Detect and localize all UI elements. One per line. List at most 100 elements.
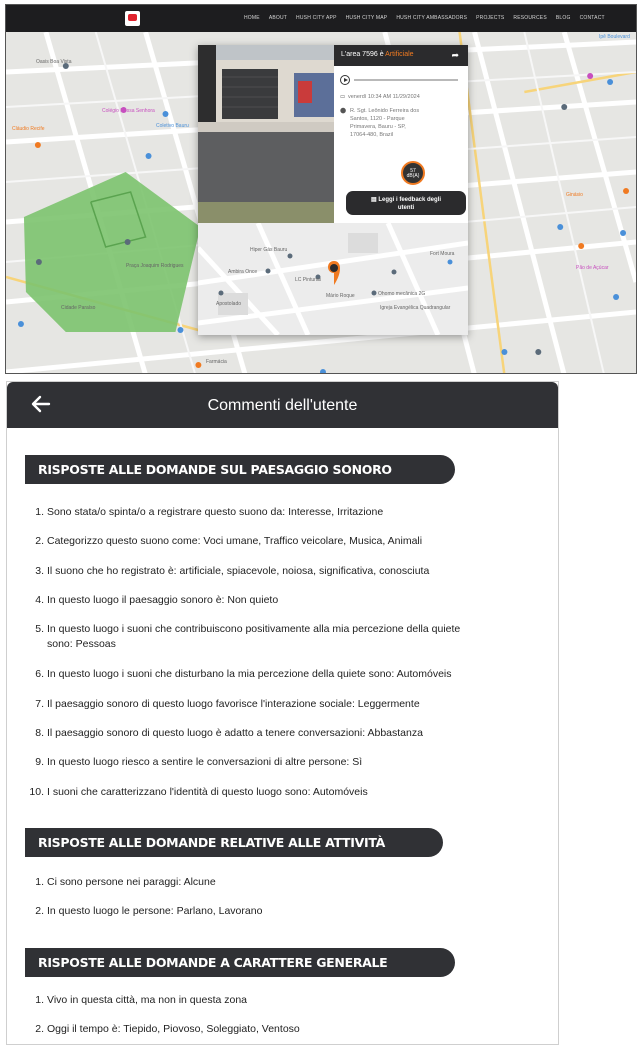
audio-player[interactable] [340,75,460,85]
minimap-label: Apostolado [216,301,242,307]
minimap-label: Fort Moura [430,251,455,257]
item-text: Il paesaggio sonoro di questo luogo è ad… [47,727,423,739]
popup-title: L'area 7596 è Artificiale ➦ [334,45,468,66]
item-text-continued: sono: Pessoas [47,638,116,650]
nav-item[interactable]: HUSH CITY MAP [346,15,388,21]
list-item: 6. In questo luogo i suoni che disturbano… [29,667,452,682]
popup-info-panel: L'area 7596 è Artificiale ➦ ▭ venerdì 10:… [334,45,468,223]
item-number: 7. [35,698,44,710]
popup-title-category: Artificiale [385,51,414,58]
section-heading-soundscape: RISPOSTE ALLE DOMANDE SUL PAESAGGIO SONO… [25,455,455,484]
item-text: In questo luogo i suoni che disturbano l… [47,668,452,680]
item-text: In questo luogo riesco a sentire le conv… [47,756,363,768]
section-heading-general: RISPOSTE ALLE DOMANDE A CARATTERE GENERA… [25,948,455,977]
user-comments-panel: Commenti dell'utente RISPOSTE ALLE DOMAN… [6,381,559,1045]
item-number: 9. [35,756,44,768]
site-logo[interactable] [125,11,140,26]
nav-item[interactable]: PROJECTS [476,15,504,21]
minimap-label: Ambira Once [228,269,258,275]
nav-item[interactable]: HOME [244,15,260,21]
list-item: 3. Il suono che ho registrato è: artifici… [29,564,429,579]
map-label: Cláudio Recife [12,126,45,132]
item-number: 10. [29,786,44,798]
item-number: 1. [35,876,44,888]
list-item: 4. In questo luogo il paesaggio sonoro è:… [29,593,278,608]
address-line: R. Sgt. Leônido Ferreira dos [350,108,420,114]
address-line: Santos, 1120 - Parque [350,116,405,122]
nav-links: HOME ABOUT HUSH CITY APP HUSH CITY MAP H… [244,15,605,21]
item-number: 5. [35,623,44,635]
list-item: 1. Vivo in questa città, ma non in questa… [29,993,247,1008]
location-photo [198,45,334,223]
map-label: Farmácia [206,359,227,365]
nav-item[interactable]: RESOURCES [513,15,546,21]
comments-header: Commenti dell'utente [7,382,558,428]
item-number: 1. [35,506,44,518]
minimap-label: Ohomo mecânica 2G [378,291,426,297]
read-feedback-button[interactable]: ▤ Leggi i feedback degli utenti [346,191,466,215]
item-text: In questo luogo il paesaggio sonoro è: N… [47,594,279,606]
item-number: 4. [35,594,44,606]
list-item: 9. In questo luogo riesco a sentire le co… [29,755,362,770]
feedback-button-label: utenti [397,205,415,211]
list-item: 2. Categorizzo questo suono come: Voci um… [29,534,422,549]
map-label: Praça Joaquim Rodrigues [126,263,184,269]
item-text: In questo luogo le persone: Parlano, Lav… [47,905,263,917]
nav-item[interactable]: CONTACT [580,15,605,21]
street-photo-image [198,45,334,223]
nav-item[interactable]: HUSH CITY AMBASSADORS [396,15,467,21]
datetime-text: venerdì 10:34 AM 11/29/2024 [348,94,420,100]
minimap-label: Hiper Gás Bauru [250,247,288,253]
map-label: Oasis Boa Vista [36,59,72,65]
nav-item[interactable]: HUSH CITY APP [296,15,337,21]
minimap-label: Igreja Evangélica Quadrangular [380,305,451,311]
item-text: Oggi il tempo è: Tiepido, Piovoso, Soleg… [47,1023,300,1035]
item-text: In questo luogo i suoni che contribuisco… [47,623,461,635]
share-icon[interactable]: ➦ [451,50,459,61]
comments-title: Commenti dell'utente [207,397,358,414]
list-item: 10. I suoni che caratterizzano l'identità… [29,785,368,800]
item-number: 2. [35,535,44,547]
item-number: 2. [35,905,44,917]
audio-progress-track[interactable] [354,79,458,81]
item-number: 1. [35,994,44,1006]
play-icon[interactable] [340,75,350,85]
item-number: 2. [35,1023,44,1035]
decibel-unit: dB(A) [406,173,420,179]
item-text: Il suono che ho registrato è: artificial… [47,565,430,577]
item-text: Sono stata/o spinta/o a registrare quest… [47,506,384,518]
top-navigation: HOME ABOUT HUSH CITY APP HUSH CITY MAP H… [6,5,636,32]
map-label: Ginásio [566,192,583,198]
list-item: 2. Oggi il tempo è: Tiepido, Piovoso, Sol… [29,1022,300,1037]
list-item: 1. Ci sono persone nei paraggi: Alcune [29,875,215,890]
popup-minimap[interactable]: Hiper Gás Bauru Ambira Once LC Pinturas … [198,223,468,335]
address-line: 17064-480, Brazil [350,132,394,138]
list-item: 8. Il paesaggio sonoro di questo luogo è … [29,726,423,741]
location-pin-icon: ⬤ [340,108,347,114]
item-text: Il paesaggio sonoro di questo luogo favo… [47,698,420,710]
item-number: 3. [35,565,44,577]
minimap-streets [198,223,468,335]
item-number: 6. [35,668,44,680]
section-heading-activities: RISPOSTE ALLE DOMANDE RELATIVE ALLE ATTI… [25,828,443,857]
list-item: 1. Sono stata/o spinta/o a registrare que… [29,505,383,520]
item-text: Categorizzo questo suono come: Voci uman… [47,535,423,547]
map-label: Cidade Paraíso [61,305,96,311]
map-label: Pão de Açúcar [576,265,609,271]
item-text: Vivo in questa città, ma non in questa z… [47,994,248,1006]
map-screenshot: HOME ABOUT HUSH CITY APP HUSH CITY MAP H… [5,4,637,374]
list-item: 7. Il paesaggio sonoro di questo luogo fa… [29,697,420,712]
map-label: Ipê Boulevard [599,34,630,40]
item-text: I suoni che caratterizzano l'identità di… [47,786,368,798]
minimap-label: LC Pinturas [295,277,322,283]
sound-area-popup: L'area 7596 è Artificiale ➦ ▭ venerdì 10:… [198,45,468,335]
feedback-button-label: Leggi i feedback degli [378,197,442,203]
map-label: Coletivo Bauru [156,123,189,129]
map-label: Colégio Nossa Senhora [102,108,155,114]
list-item: 2. In questo luogo le persone: Parlano, L… [29,904,262,919]
datetime-row: ▭ venerdì 10:34 AM 11/29/2024 [340,93,420,101]
item-number: 8. [35,727,44,739]
nav-item[interactable]: BLOG [556,15,571,21]
list-item: 5. In questo luogo i suoni che contribuis… [29,622,460,652]
nav-item[interactable]: ABOUT [269,15,287,21]
